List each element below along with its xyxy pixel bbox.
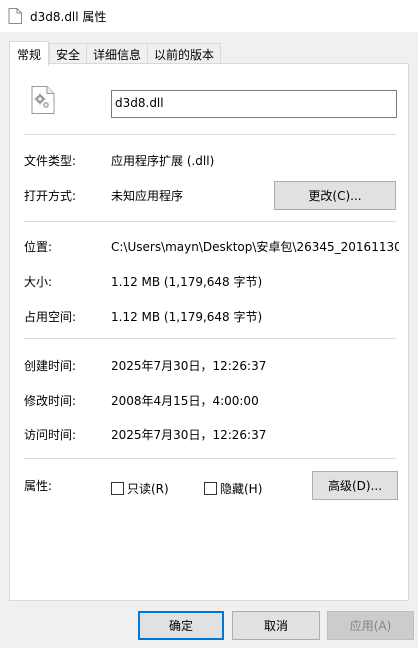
- size-label: 大小:: [24, 275, 53, 289]
- cancel-button[interactable]: 取消: [232, 611, 320, 640]
- general-panel: d3d8.dll 文件类型: 应用程序扩展 (.dll) 打开方式: 未知应用程…: [9, 63, 409, 601]
- hidden-label: 隐藏(H): [220, 482, 263, 496]
- accessed-label: 访问时间:: [24, 428, 77, 442]
- apply-button: 应用(A): [327, 611, 414, 640]
- readonly-label: 只读(R): [127, 482, 169, 496]
- tab-label: 安全: [56, 48, 81, 62]
- location-label: 位置:: [24, 240, 53, 254]
- modified-label: 修改时间:: [24, 394, 77, 408]
- tab-general[interactable]: 常规: [9, 41, 50, 66]
- file-name-input[interactable]: d3d8.dll: [111, 90, 397, 118]
- file-type-value: 应用程序扩展 (.dll): [111, 154, 215, 168]
- accessed-value: 2025年7月30日，12:26:37: [111, 428, 267, 442]
- size-on-disk-label: 占用空间:: [24, 310, 77, 324]
- ok-button[interactable]: 确定: [138, 611, 224, 640]
- tab-label: 详细信息: [93, 48, 142, 62]
- size-on-disk-value: 1.12 MB (1,179,648 字节): [111, 310, 263, 324]
- file-icon: [8, 8, 22, 24]
- attributes-label: 属性:: [24, 479, 53, 493]
- opens-with-label: 打开方式:: [24, 189, 77, 203]
- divider: [24, 338, 396, 339]
- divider: [24, 134, 396, 135]
- created-label: 创建时间:: [24, 359, 77, 373]
- created-value: 2025年7月30日，12:26:37: [111, 359, 267, 373]
- opens-with-value: 未知应用程序: [111, 189, 184, 203]
- checkbox-box[interactable]: [204, 482, 217, 495]
- tab-details[interactable]: 详细信息: [86, 43, 149, 65]
- modified-value: 2008年4月15日，4:00:00: [111, 394, 259, 408]
- tab-previous-versions[interactable]: 以前的版本: [147, 43, 222, 65]
- tab-strip: 常规 安全 详细信息 以前的版本: [9, 41, 222, 66]
- divider: [24, 458, 396, 459]
- location-value: C:\Users\mayn\Desktop\安卓包\26345_20161130…: [111, 240, 399, 254]
- advanced-button[interactable]: 高级(D)...: [312, 471, 398, 500]
- change-button[interactable]: 更改(C)...: [274, 181, 396, 210]
- checkbox-box[interactable]: [111, 482, 124, 495]
- file-type-label: 文件类型:: [24, 154, 77, 168]
- window-title: d3d8.dll 属性: [30, 9, 107, 24]
- tab-security[interactable]: 安全: [49, 43, 88, 65]
- tab-label: 常规: [17, 47, 42, 62]
- dll-gear-icon: [31, 86, 55, 114]
- readonly-checkbox[interactable]: 只读(R): [111, 480, 169, 497]
- size-value: 1.12 MB (1,179,648 字节): [111, 275, 263, 289]
- divider: [24, 221, 396, 222]
- hidden-checkbox[interactable]: 隐藏(H): [204, 480, 262, 497]
- properties-window: d3d8.dll 属性 常规 安全 详细信息 以前的版本 d3d8.dll 文件…: [0, 0, 418, 648]
- tab-label: 以前的版本: [154, 48, 215, 62]
- title-bar[interactable]: d3d8.dll 属性: [0, 0, 418, 32]
